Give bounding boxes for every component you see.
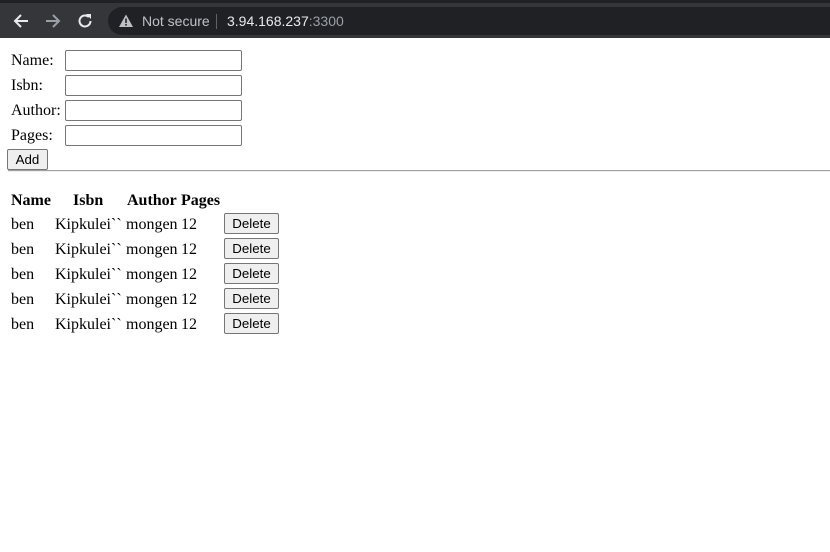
reload-button[interactable] <box>74 10 96 32</box>
cell-name: ben <box>11 216 35 233</box>
header-author: Author <box>127 192 177 209</box>
cell-isbn: Kipkulei`` <box>55 291 122 308</box>
cell-author: mongen <box>126 266 178 283</box>
cell-author: mongen <box>126 216 178 233</box>
header-isbn: Isbn <box>73 192 104 209</box>
url-host: 3.94.168.237 <box>227 13 309 29</box>
cell-author: mongen <box>126 316 178 333</box>
cell-author: mongen <box>126 291 178 308</box>
arrow-right-icon <box>46 14 61 28</box>
url-port: :3300 <box>308 13 344 29</box>
cell-isbn: Kipkulei`` <box>55 316 122 333</box>
cell-name: ben <box>11 316 35 333</box>
cell-isbn: Kipkulei`` <box>55 266 122 283</box>
header-pages: Pages <box>181 192 221 209</box>
delete-button[interactable]: Delete <box>224 238 279 259</box>
cell-isbn: Kipkulei`` <box>55 241 122 258</box>
address-bar[interactable]: Not secure 3.94.168.237:3300 <box>108 7 830 35</box>
pages-label: Pages: <box>11 127 53 144</box>
cell-pages: 12 <box>181 216 197 233</box>
delete-button[interactable]: Delete <box>224 213 279 234</box>
isbn-label: Isbn: <box>11 77 43 94</box>
divider <box>8 170 830 172</box>
header-name: Name <box>11 192 51 209</box>
security-status[interactable]: Not secure <box>142 12 210 30</box>
cell-pages: 12 <box>181 291 197 308</box>
name-input[interactable] <box>65 50 242 71</box>
cell-pages: 12 <box>181 241 197 258</box>
cell-name: ben <box>11 241 35 258</box>
cell-pages: 12 <box>181 316 197 333</box>
address-divider <box>216 14 217 29</box>
isbn-input[interactable] <box>65 75 242 96</box>
cell-pages: 12 <box>181 266 197 283</box>
author-input[interactable] <box>65 100 242 121</box>
url-text[interactable]: 3.94.168.237:3300 <box>227 12 344 30</box>
browser-toolbar: Not secure 3.94.168.237:3300 <box>0 0 830 38</box>
back-button[interactable] <box>10 10 32 32</box>
delete-button[interactable]: Delete <box>224 263 279 284</box>
pages-input[interactable] <box>65 125 242 146</box>
forward-button[interactable] <box>42 10 64 32</box>
arrow-left-icon <box>13 14 28 28</box>
cell-isbn: Kipkulei`` <box>55 216 122 233</box>
reload-icon <box>78 14 92 28</box>
name-label: Name: <box>11 52 54 69</box>
delete-button[interactable]: Delete <box>224 313 279 334</box>
add-button[interactable]: Add <box>7 149 48 170</box>
cell-name: ben <box>11 291 35 308</box>
cell-name: ben <box>11 266 35 283</box>
cell-author: mongen <box>126 241 178 258</box>
warning-icon[interactable] <box>118 13 134 29</box>
delete-button[interactable]: Delete <box>224 288 279 309</box>
author-label: Author: <box>11 102 61 119</box>
